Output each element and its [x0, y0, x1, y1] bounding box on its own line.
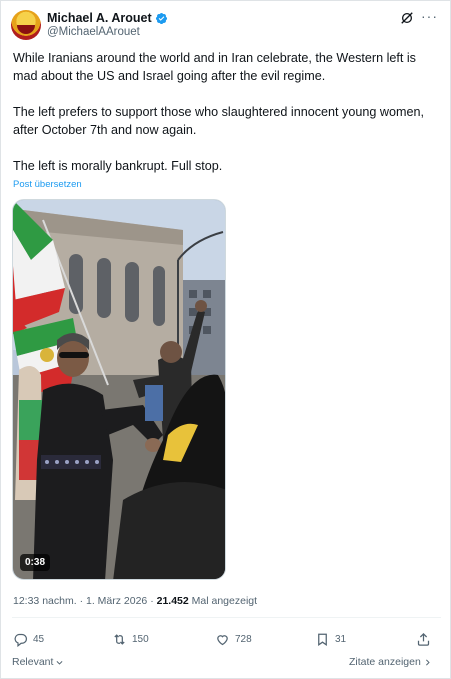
divider	[12, 617, 441, 618]
author-name-row: Michael A. Arouet	[47, 10, 168, 26]
post-time[interactable]: 12:33 nachm.	[13, 595, 77, 607]
meta-separator: ·	[79, 595, 84, 607]
tweet-card: Michael A. Arouet @MichaelAArouet ··· Wh…	[0, 0, 451, 679]
video-player[interactable]	[12, 199, 226, 580]
video-frame	[13, 200, 225, 579]
author-handle[interactable]: @MichaelAArouet	[47, 26, 140, 38]
share-icon	[417, 632, 430, 646]
repost-count: 150	[132, 633, 149, 645]
grok-icon[interactable]	[400, 11, 414, 25]
share-button[interactable]	[416, 629, 431, 649]
verified-badge-icon	[155, 12, 167, 24]
video-duration-badge: 0:38	[20, 554, 51, 571]
post-meta: 12:33 nachm. · 1. März 2026 · 21.452 Mal…	[13, 595, 257, 607]
view-quotes-link[interactable]: Zitate anzeigen	[349, 656, 432, 668]
chevron-right-icon	[425, 659, 430, 665]
tweet-text: While Iranians around the world and in I…	[13, 49, 443, 175]
reply-icon	[14, 633, 28, 647]
tweet-paragraph: The left prefers to support those who sl…	[13, 105, 424, 137]
like-icon	[217, 634, 228, 645]
tweet-paragraph: The left is morally bankrupt. Full stop.	[13, 159, 223, 173]
views-label: Mal angezeigt	[191, 595, 258, 607]
reply-count: 45	[33, 633, 45, 645]
meta-separator: ·	[150, 595, 154, 607]
sort-label: Relevant	[12, 656, 54, 668]
views-count: 21.452	[156, 595, 189, 607]
bookmark-button[interactable]: 31	[315, 629, 346, 649]
sort-replies-dropdown[interactable]: Relevant	[12, 656, 64, 668]
like-count: 728	[235, 633, 252, 645]
bookmark-icon	[318, 633, 327, 646]
action-bar: 45 150 728 31	[1, 629, 451, 651]
translate-post-link[interactable]: Post übersetzen	[13, 179, 82, 190]
more-icon[interactable]: ···	[421, 9, 439, 25]
post-date[interactable]: 1. März 2026	[86, 595, 147, 607]
repost-icon	[114, 633, 125, 645]
repost-button[interactable]: 150	[112, 629, 149, 649]
author-name[interactable]: Michael A. Arouet	[47, 11, 152, 25]
reply-button[interactable]: 45	[13, 629, 44, 649]
chevron-down-icon	[56, 660, 63, 665]
tweet-paragraph: While Iranians around the world and in I…	[13, 51, 416, 83]
quotes-label: Zitate anzeigen	[349, 656, 421, 668]
like-button[interactable]: 728	[215, 629, 252, 649]
author-avatar[interactable]	[11, 10, 41, 40]
bookmark-count: 31	[335, 633, 347, 645]
